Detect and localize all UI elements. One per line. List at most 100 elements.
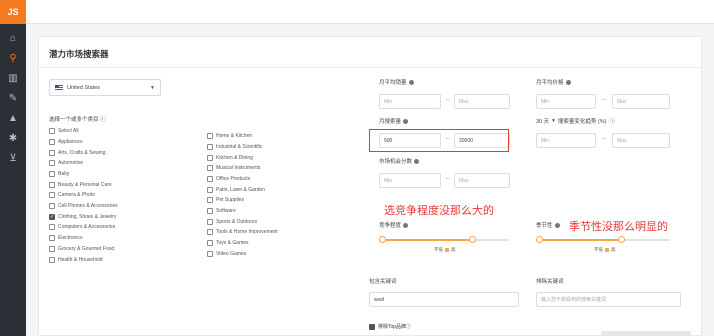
category-checkbox[interactable]: Computers & Accessories xyxy=(49,223,118,232)
checkbox-icon xyxy=(207,176,213,182)
market-select[interactable]: United States ▼ xyxy=(49,79,161,96)
cart-icon[interactable]: ⊻ xyxy=(0,148,26,168)
category-checkbox[interactable]: Arts, Crafts & Sewing xyxy=(49,148,118,157)
avg-price-label: 月平均价格 xyxy=(536,78,571,86)
niche-score-max-input[interactable]: Max xyxy=(454,173,510,188)
chart-icon[interactable]: ▥ xyxy=(0,68,26,88)
category-checkbox[interactable]: Pet Supplies xyxy=(207,196,278,205)
unit-sales-min-input[interactable]: Min xyxy=(379,94,441,109)
competition-label: 竞争程度 xyxy=(379,221,409,229)
annotation-competition: 选竞争程度没那么大的 xyxy=(384,205,494,217)
category-label-text: Electronics xyxy=(58,235,83,242)
info-icon xyxy=(403,119,409,125)
info-icon: ⓘ xyxy=(406,324,412,330)
checkbox-icon xyxy=(49,224,55,231)
category-column-2: Home & Kitchen Industrial & Scientific Kit… xyxy=(207,132,278,258)
category-column-1: Select All Appliances Arts, Crafts & Sewin… xyxy=(49,127,118,264)
category-checkbox[interactable]: Industrial & Scientific xyxy=(207,143,278,152)
category-checkbox[interactable]: Grocery & Gourmet Food xyxy=(49,245,118,254)
category-checkbox[interactable]: Automotive xyxy=(49,159,118,168)
slider-handle-min[interactable] xyxy=(379,236,386,243)
avg-price-max-input[interactable]: Max xyxy=(612,94,670,109)
category-label-text: Video Games xyxy=(216,250,247,257)
tools-icon[interactable]: ✎ xyxy=(0,88,26,108)
checkbox-icon xyxy=(207,229,213,236)
category-checkbox[interactable]: Home & Kitchen xyxy=(207,132,278,141)
category-label-text: Camera & Photo xyxy=(58,192,95,199)
category-label-text: Appliances xyxy=(58,138,83,145)
info-icon: ⓘ xyxy=(98,117,106,123)
app-logo: JS xyxy=(0,0,26,24)
home-icon[interactable]: ⌂ xyxy=(0,28,26,48)
seasonality-slider[interactable] xyxy=(536,235,670,245)
category-checkbox[interactable]: Video Games xyxy=(207,250,278,259)
competition-caption: 不低高 xyxy=(434,247,456,252)
chevron-down-icon: ▼ xyxy=(150,84,155,91)
divider xyxy=(39,67,701,68)
category-checkbox[interactable]: Software xyxy=(207,207,278,216)
category-checkbox[interactable]: Patio, Lawn & Garden xyxy=(207,185,278,194)
range-dash: – xyxy=(446,176,450,182)
category-checkbox[interactable]: Beauty & Personal Care xyxy=(49,180,118,189)
settings-icon[interactable]: ✱ xyxy=(0,128,26,148)
growth-min-input[interactable]: Min xyxy=(536,133,596,148)
category-label-text: Automotive xyxy=(58,160,84,167)
growth-max-input[interactable]: Max xyxy=(612,133,670,148)
checkbox-icon xyxy=(207,208,213,215)
checkbox-checked-icon: ✓ xyxy=(49,213,55,220)
category-checkbox[interactable]: Camera & Photo xyxy=(49,191,118,200)
checkbox-icon xyxy=(207,197,213,204)
category-checkbox[interactable]: Sports & Outdoors xyxy=(207,218,278,227)
category-checkbox[interactable]: Health & Household xyxy=(49,255,118,264)
category-checkbox[interactable]: Electronics xyxy=(49,234,118,243)
niche-score-label: 市场机会分数 xyxy=(379,157,420,165)
category-label-text: Tools & Home Improvement xyxy=(216,229,278,236)
avg-price-min-input[interactable]: Min xyxy=(536,94,596,109)
checkbox-icon xyxy=(207,154,213,161)
competition-slider[interactable] xyxy=(379,235,509,245)
category-checkbox[interactable]: Appliances xyxy=(49,138,118,147)
unit-sales-label: 月平均销量 xyxy=(379,78,414,86)
market-select-value: United States xyxy=(67,84,101,91)
search-button[interactable] xyxy=(601,331,691,336)
checkbox-icon xyxy=(49,235,55,242)
include-keywords-input[interactable]: wool xyxy=(369,292,519,307)
top-bar xyxy=(26,0,714,24)
checkbox-icon xyxy=(207,186,213,193)
seasonality-label: 季节性 xyxy=(536,221,560,229)
category-checkbox[interactable]: Office Products xyxy=(207,175,278,184)
slider-handle-max[interactable] xyxy=(618,236,625,243)
category-checkbox[interactable]: Musical Instruments xyxy=(207,164,278,173)
category-checkbox[interactable]: Select All xyxy=(49,127,118,136)
category-label-text: Patio, Lawn & Garden xyxy=(216,186,265,193)
app-root: JS ⌂ ⚲ ▥ ✎ ▲ ✱ ⊻ 潜力市场搜索器 United States ▼… xyxy=(0,0,714,336)
checkbox-icon xyxy=(49,192,55,199)
checkbox-icon xyxy=(49,245,55,252)
category-label-text: Software xyxy=(216,208,236,215)
exclude-keywords-input[interactable]: 输入您不想看到的搜索关键词 xyxy=(536,292,681,307)
checkbox-icon xyxy=(207,250,213,257)
category-label-text: Toys & Games xyxy=(216,240,249,247)
category-checkbox[interactable]: Cell Phones & Accessories xyxy=(49,202,118,211)
category-checkbox[interactable]: Tools & Home Improvement xyxy=(207,228,278,237)
category-checkbox[interactable]: Baby xyxy=(49,170,118,179)
slider-handle-min[interactable] xyxy=(536,236,543,243)
slider-handle-max[interactable] xyxy=(469,236,476,243)
range-dash: – xyxy=(446,97,450,103)
us-flag-icon xyxy=(55,84,63,91)
category-checkbox[interactable]: ✓ Clothing, Shoes & Jewelry xyxy=(49,213,118,222)
category-checkbox[interactable]: Kitchen & Dining xyxy=(207,153,278,162)
growth-period-select[interactable]: 30 天 ▾ 搜索量变化趋势 (%) ⓘ xyxy=(536,117,615,125)
checkbox-icon xyxy=(207,143,213,150)
info-icon: ⓘ xyxy=(609,119,616,125)
unit-sales-max-input[interactable]: Max xyxy=(454,94,510,109)
niche-score-min-input[interactable]: Min xyxy=(379,173,441,188)
checkbox-icon xyxy=(49,203,55,210)
exclude-top-brands-checkbox[interactable]: 排除Top品牌 ⓘ xyxy=(369,323,411,330)
graduation-icon[interactable]: ▲ xyxy=(0,108,26,128)
category-checkbox[interactable]: Toys & Games xyxy=(207,239,278,248)
search-icon[interactable]: ⚲ xyxy=(0,48,26,68)
info-icon xyxy=(565,80,571,86)
category-label-text: Pet Supplies xyxy=(216,197,245,204)
category-label-text: Baby xyxy=(58,171,70,177)
